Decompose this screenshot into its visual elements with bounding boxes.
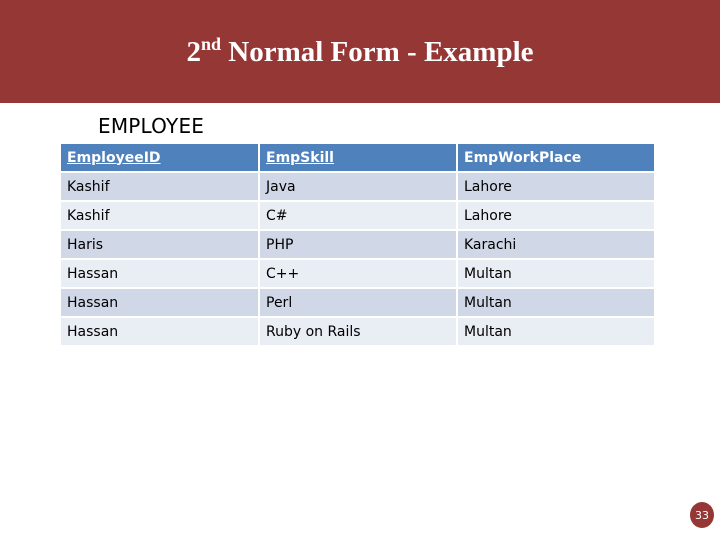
cell-employeeid: Kashif — [61, 173, 258, 200]
cell-empskill: C# — [260, 202, 456, 229]
table-header-row: EmployeeID EmpSkill EmpWorkPlace — [61, 144, 654, 171]
cell-empworkplace: Multan — [458, 289, 654, 316]
title-number: 2 — [186, 36, 201, 68]
cell-empskill: Perl — [260, 289, 456, 316]
table-caption: EMPLOYEE — [98, 114, 205, 138]
cell-employeeid: Haris — [61, 231, 258, 258]
column-header-empskill: EmpSkill — [260, 144, 456, 171]
cell-empskill: PHP — [260, 231, 456, 258]
cell-empworkplace: Multan — [458, 260, 654, 287]
table-row: Kashif C# Lahore — [61, 202, 654, 229]
cell-employeeid: Hassan — [61, 289, 258, 316]
table-row: Hassan Ruby on Rails Multan — [61, 318, 654, 345]
cell-empworkplace: Karachi — [458, 231, 654, 258]
title-text: Normal Form - Example — [221, 36, 534, 68]
cell-employeeid: Hassan — [61, 260, 258, 287]
cell-empworkplace: Multan — [458, 318, 654, 345]
column-header-employeeid: EmployeeID — [61, 144, 258, 171]
table-row: Hassan Perl Multan — [61, 289, 654, 316]
page-number-badge: 33 — [690, 502, 714, 528]
table-row: Kashif Java Lahore — [61, 173, 654, 200]
cell-empworkplace: Lahore — [458, 202, 654, 229]
cell-empworkplace: Lahore — [458, 173, 654, 200]
column-header-empworkplace: EmpWorkPlace — [458, 144, 654, 171]
title-bar: 2nd Normal Form - Example — [0, 0, 720, 103]
table-row: Hassan C++ Multan — [61, 260, 654, 287]
cell-empskill: C++ — [260, 260, 456, 287]
cell-employeeid: Hassan — [61, 318, 258, 345]
employee-table: EmployeeID EmpSkill EmpWorkPlace Kashif … — [59, 142, 656, 347]
cell-empskill: Java — [260, 173, 456, 200]
cell-empskill: Ruby on Rails — [260, 318, 456, 345]
cell-employeeid: Kashif — [61, 202, 258, 229]
slide-title: 2nd Normal Form - Example — [186, 34, 534, 69]
title-superscript: nd — [200, 34, 222, 54]
table-row: Haris PHP Karachi — [61, 231, 654, 258]
